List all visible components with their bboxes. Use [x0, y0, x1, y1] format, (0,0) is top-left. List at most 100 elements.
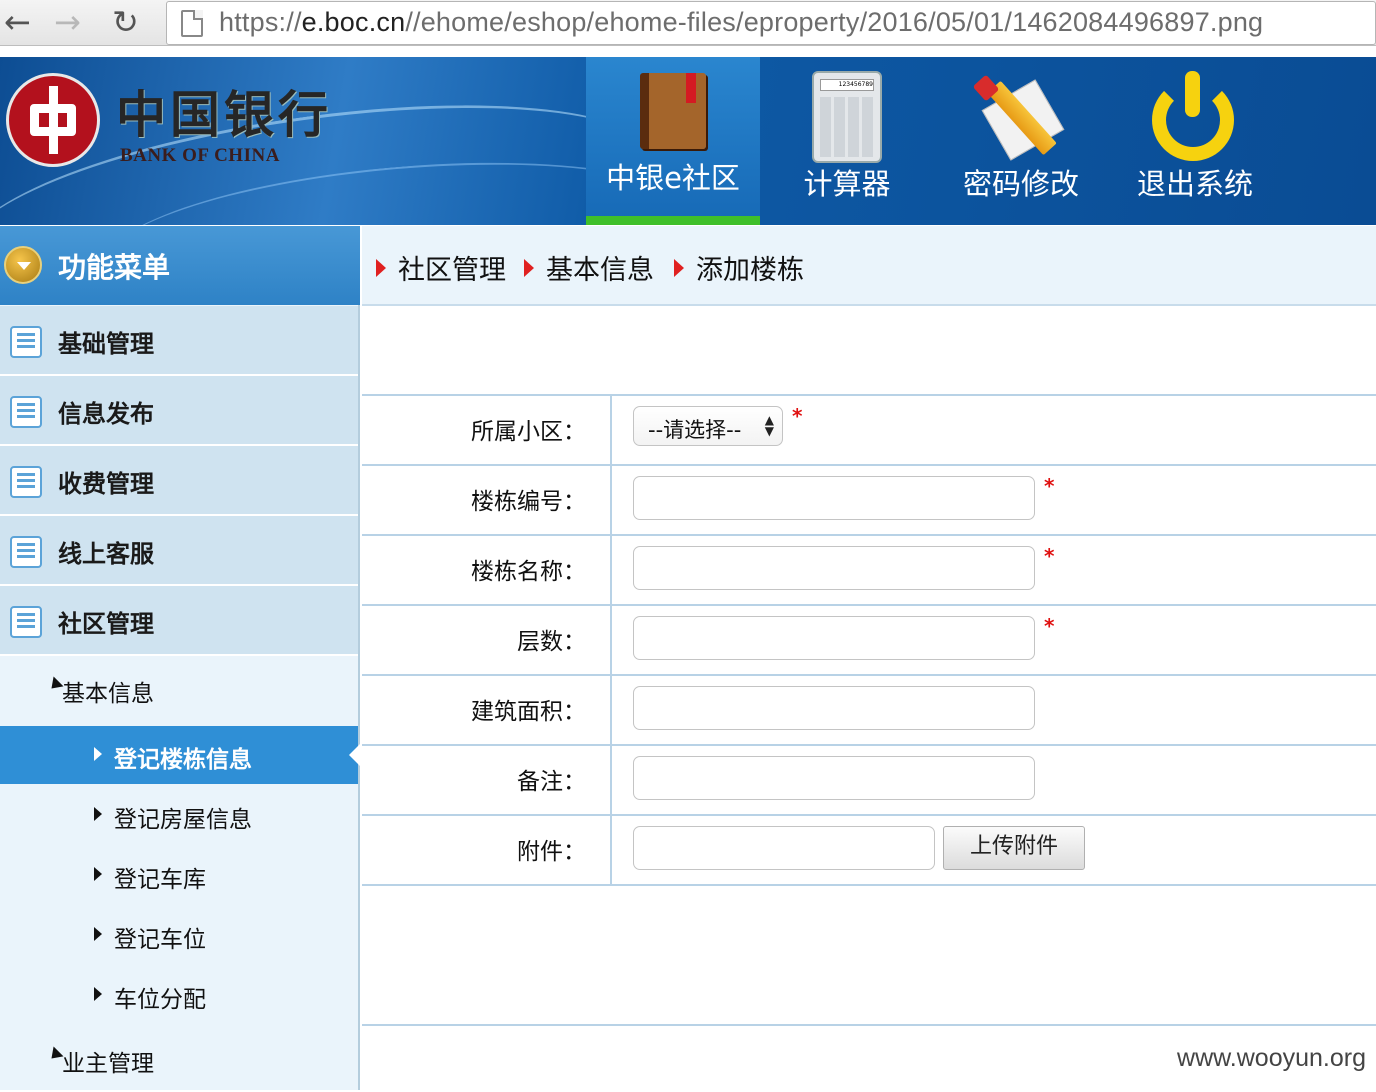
sidebar-item-label: 收费管理: [58, 470, 154, 498]
list-icon: [10, 606, 42, 638]
caret-right-icon: [94, 987, 102, 1001]
reload-icon[interactable]: ↻: [112, 4, 139, 40]
logo-chinese-text: 中国银行: [116, 85, 332, 144]
sidebar-leaf-label: 登记车位: [114, 927, 206, 953]
sidebar-item-info-publish[interactable]: 信息发布: [0, 376, 358, 446]
attachment-label: 附件：: [517, 839, 586, 865]
sidebar-header[interactable]: 功能菜单: [0, 226, 360, 305]
boc-logo-icon: [6, 73, 100, 167]
tool-ecommunity[interactable]: 中银e社区: [586, 57, 760, 225]
form-row-community: 所属小区： --请选择-- ▲ ▼ *: [362, 396, 1376, 466]
community-select-value: --请选择--: [648, 418, 742, 442]
breadcrumb-text: 添加楼栋: [696, 255, 804, 286]
sidebar-leaf-parking-allocation[interactable]: 车位分配: [0, 966, 358, 1024]
breadcrumb-item[interactable]: 基本信息: [524, 248, 654, 287]
site-header: 中国银行 BANK OF CHINA 中银e社区 123456789 计算器 密…: [0, 57, 1376, 225]
forward-arrow-icon[interactable]: →: [54, 4, 81, 40]
tool-ecommunity-label: 中银e社区: [606, 161, 740, 195]
tool-calculator[interactable]: 123456789 计算器: [760, 57, 934, 225]
sidebar-leaf-register-parking[interactable]: 登记车位: [0, 906, 358, 964]
sidebar-leaf-label: 车位分配: [114, 987, 206, 1013]
remark-input[interactable]: [633, 756, 1035, 800]
caret-right-icon: [94, 927, 102, 941]
community-select[interactable]: --请选择-- ▲ ▼: [633, 406, 783, 446]
sidebar-leaf-register-garage[interactable]: 登记车库: [0, 846, 358, 904]
required-mark: *: [1044, 614, 1055, 638]
form-row-building-no: 楼栋编号： *: [362, 466, 1376, 536]
sidebar-item-online-service[interactable]: 线上客服: [0, 516, 358, 586]
list-icon: [10, 466, 42, 498]
url-host: e.boc.cn: [301, 7, 406, 37]
sidebar-leaf-register-house[interactable]: 登记房屋信息: [0, 786, 358, 844]
pencil-icon: [972, 71, 1065, 161]
sidebar-title: 功能菜单: [58, 251, 171, 284]
sidebar: 功能菜单 基础管理 信息发布 收费管理 线上客服 社区管理 基本信息 登记楼栋信…: [0, 226, 360, 1090]
calculator-icon: 123456789: [812, 71, 882, 163]
caret-right-icon: [94, 807, 102, 821]
url-scheme: https://: [219, 7, 302, 37]
breadcrumb-arrow-icon: [674, 259, 684, 277]
sidebar-item-label: 线上客服: [58, 540, 154, 568]
floors-input[interactable]: [633, 616, 1035, 660]
sidebar-leaf-label: 登记楼栋信息: [114, 747, 252, 773]
watermark-text: www.wooyun.org: [1177, 1044, 1366, 1072]
power-icon: [1148, 71, 1238, 161]
sidebar-item-label: 信息发布: [58, 400, 154, 428]
breadcrumb-arrow-icon: [524, 259, 534, 277]
back-arrow-icon[interactable]: ←: [4, 4, 31, 40]
tool-logout[interactable]: 退出系统: [1108, 57, 1282, 225]
breadcrumb-item[interactable]: 社区管理: [376, 248, 506, 287]
form-row-remark: 备注：: [362, 746, 1376, 816]
content-bottom-divider: [362, 1024, 1376, 1026]
required-mark: *: [1044, 544, 1055, 568]
list-icon: [10, 536, 42, 568]
form-row-floors: 层数： *: [362, 606, 1376, 676]
sidebar-leaf-label: 登记房屋信息: [114, 807, 252, 833]
list-icon: [10, 396, 42, 428]
sidebar-item-fee-management[interactable]: 收费管理: [0, 446, 358, 516]
building-no-input[interactable]: [633, 476, 1035, 520]
address-bar[interactable]: https://e.boc.cn//ehome/eshop/ehome-file…: [166, 1, 1376, 45]
breadcrumb: 社区管理 基本信息 添加楼栋: [362, 226, 1376, 306]
area-input[interactable]: [633, 686, 1035, 730]
building-name-input[interactable]: [633, 546, 1035, 590]
logo-english-text: BANK OF CHINA: [120, 145, 280, 166]
menu-toggle-icon[interactable]: [4, 246, 42, 284]
floors-label: 层数：: [517, 629, 586, 655]
expanded-triangle-icon: [46, 676, 64, 694]
browser-toolbar: ← → ↻ https://e.boc.cn//ehome/eshop/ehom…: [0, 0, 1376, 46]
form-row-area: 建筑面积：: [362, 676, 1376, 746]
sidebar-item-basic-management[interactable]: 基础管理: [0, 306, 358, 376]
upload-attachment-button[interactable]: 上传附件: [943, 826, 1085, 870]
tool-logout-label: 退出系统: [1136, 167, 1253, 201]
tool-change-password-label: 密码修改: [962, 167, 1079, 201]
url-text: https://e.boc.cn//ehome/eshop/ehome-file…: [219, 7, 1263, 38]
breadcrumb-arrow-icon: [376, 259, 386, 277]
select-arrows-icon: ▲ ▼: [764, 413, 774, 438]
sidebar-group-owner-management[interactable]: 业主管理: [0, 1026, 358, 1092]
attachment-input[interactable]: [633, 826, 935, 870]
required-mark: *: [792, 404, 803, 428]
sidebar-item-label: 社区管理: [58, 610, 154, 638]
sidebar-group-basic-info[interactable]: 基本信息: [0, 656, 358, 722]
sidebar-leaf-register-building[interactable]: 登记楼栋信息: [0, 726, 360, 784]
sidebar-item-community-management[interactable]: 社区管理: [0, 586, 358, 656]
area-label: 建筑面积：: [471, 699, 586, 725]
required-mark: *: [1044, 474, 1055, 498]
breadcrumb-item: 添加楼栋: [674, 248, 804, 287]
building-name-label: 楼栋名称：: [471, 559, 586, 585]
tool-change-password[interactable]: 密码修改: [934, 57, 1108, 225]
building-no-label: 楼栋编号：: [471, 489, 586, 515]
caret-right-icon: [94, 867, 102, 881]
add-building-form: 所属小区： --请选择-- ▲ ▼ * 楼栋编号： * 楼栋名称： * 层数： *…: [362, 394, 1376, 886]
breadcrumb-text: 社区管理: [398, 255, 506, 286]
expanded-triangle-icon: [46, 1046, 64, 1064]
breadcrumb-text: 基本信息: [546, 255, 654, 286]
sidebar-item-label: 基础管理: [58, 330, 154, 358]
tool-calculator-label: 计算器: [803, 167, 891, 201]
sidebar-group-label: 业主管理: [62, 1051, 154, 1077]
sidebar-group-label: 基本信息: [62, 681, 154, 707]
community-label: 所属小区：: [471, 419, 586, 445]
remark-label: 备注：: [517, 769, 586, 795]
list-icon: [10, 326, 42, 358]
